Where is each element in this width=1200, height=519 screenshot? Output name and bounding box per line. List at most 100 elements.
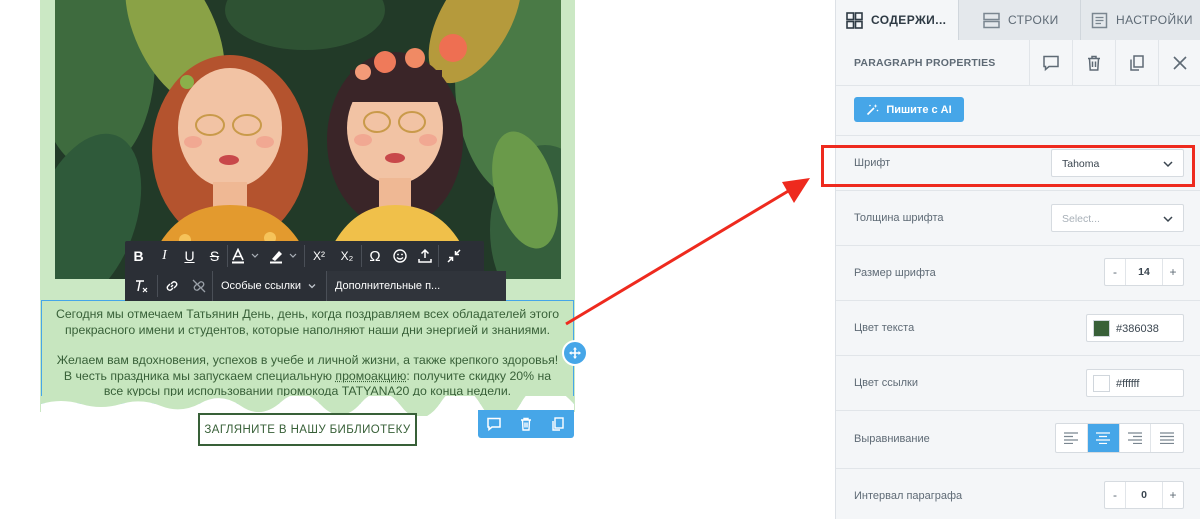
comment-button[interactable] [1029,40,1072,86]
paragraph-spacing-decrease[interactable]: - [1105,482,1125,508]
text-color-button[interactable] [228,241,266,271]
properties-title: PARAGRAPH PROPERTIES [854,57,996,69]
subscript-button[interactable]: X₂ [333,241,361,271]
font-weight-row: Толщина шрифта Select... [836,191,1200,246]
tab-content[interactable]: СОДЕРЖИ... [836,0,958,40]
block-comment-button[interactable] [478,410,510,438]
paragraph-2-line-1: Желаем вам вдохновения, успехов в учебе … [56,353,559,367]
move-arrows-icon [569,347,581,359]
ai-write-label: Пишите с AI [886,103,952,116]
superscript-button[interactable]: X² [305,241,333,271]
move-block-handle[interactable] [562,340,588,366]
library-cta-button[interactable]: ЗАГЛЯНИТЕ В НАШУ БИБЛИОТЕКУ [198,413,417,446]
insert-link-button[interactable] [158,271,186,301]
link-icon [166,281,178,291]
duplicate-icon [1130,55,1144,71]
more-params-dropdown[interactable]: Дополнительные п... [325,271,506,301]
properties-panel: СОДЕРЖИ... СТРОКИ НАСТРОЙКИ PARAGRAPH PR… [835,0,1200,519]
comment-icon [1043,55,1059,72]
close-button[interactable] [1158,40,1200,86]
block-duplicate-button[interactable] [542,410,574,438]
link-color-input[interactable]: #ffffff [1086,369,1184,397]
settings-doc-icon [1091,12,1108,29]
remove-link-button[interactable] [186,271,212,301]
text-color-value: #386038 [1116,323,1159,335]
font-size-row: Размер шрифта - 14 + [836,246,1200,301]
comment-icon [487,417,501,432]
toolbar-row-2: Особые ссылки Дополнительные п... [125,271,506,301]
ai-write-button[interactable]: Пишите с AI [854,97,964,122]
toolbar-row-1: B I U S X² X₂ Ω [125,241,484,271]
font-weight-placeholder: Select... [1062,213,1100,225]
strikethrough-button[interactable]: S [202,241,227,271]
unlink-icon [192,279,206,293]
font-size-increase[interactable]: + [1163,259,1183,285]
font-size-value[interactable]: 14 [1125,259,1163,285]
chevron-down-icon [1163,216,1173,223]
link-color-swatch[interactable] [1093,375,1110,392]
grid-icon [846,11,863,29]
highlight-color-button[interactable] [266,241,304,271]
clear-format-button[interactable] [125,271,157,301]
trash-icon [521,417,531,431]
paragraph-2-text-a: В честь праздника мы запускаем специальн… [63,368,336,383]
trash-icon [1088,55,1100,71]
paragraph-1[interactable]: Сегодня мы отмечаем Татьянин День, день,… [42,307,573,338]
duplicate-icon [552,417,564,431]
paragraph-1-line-2: прекрасного имени и студентов, которые н… [64,322,551,337]
delete-button[interactable] [1072,40,1115,86]
tab-settings-label: НАСТРОЙКИ [1116,13,1193,27]
promo-link[interactable]: промоакцию [335,369,406,383]
font-highlight-box [821,145,1195,187]
paragraph-spacing-row: Интервал параграфа - 0 + [836,469,1200,519]
bold-button[interactable]: B [125,241,152,271]
font-size-label: Размер шрифта [854,267,936,279]
align-left-button[interactable] [1056,424,1088,452]
font-size-stepper: - 14 + [1104,258,1184,286]
merge-tag-button[interactable] [412,241,438,271]
align-right-icon [1127,432,1142,444]
duplicate-button[interactable] [1115,40,1158,86]
rows-icon [983,12,1000,29]
ai-row: Пишите с AI [836,86,1200,136]
text-color-swatch[interactable] [1093,320,1110,337]
link-color-value: #ffffff [1116,378,1140,390]
link-color-row: Цвет ссылки #ffffff [836,356,1200,411]
align-justify-button[interactable] [1151,424,1183,452]
tab-rows-label: СТРОКИ [1008,13,1059,27]
tab-settings[interactable]: НАСТРОЙКИ [1080,0,1200,40]
paragraph-spacing-value[interactable]: 0 [1125,482,1163,508]
special-char-button[interactable]: Ω [362,241,388,271]
text-color-label: Цвет текста [854,322,915,334]
paragraph-1-line-1: Сегодня мы отмечаем Татьянин День, день,… [55,307,560,321]
properties-header: PARAGRAPH PROPERTIES [836,40,1200,86]
align-justify-icon [1160,432,1175,444]
font-weight-label: Толщина шрифта [854,212,944,224]
special-links-dropdown[interactable]: Особые ссылки [212,271,326,301]
align-center-button[interactable] [1087,424,1120,452]
align-left-icon [1064,432,1079,444]
underline-button[interactable]: U [177,241,202,271]
text-color-input[interactable]: #386038 [1086,314,1184,342]
highlighter-icon [270,251,297,264]
font-weight-select[interactable]: Select... [1051,204,1184,232]
magic-wand-icon [866,103,879,116]
tab-rows[interactable]: СТРОКИ [958,0,1080,40]
clear-format-icon [136,280,148,293]
block-delete-button[interactable] [510,410,542,438]
chevron-down-icon [308,284,316,289]
paragraph-spacing-increase[interactable]: + [1163,482,1183,508]
paragraph-spacing-label: Интервал параграфа [854,490,963,502]
font-size-decrease[interactable]: - [1105,259,1125,285]
hero-illustration[interactable] [55,0,561,279]
text-format-toolbar: B I U S X² X₂ Ω Особые ссылки Дополнител… [125,241,506,301]
collapse-toolbar-button[interactable] [439,241,469,271]
italic-button[interactable]: I [152,241,177,271]
tab-content-label: СОДЕРЖИ... [871,13,947,27]
align-right-button[interactable] [1120,424,1152,452]
paragraph-block[interactable]: Сегодня мы отмечаем Татьянин День, день,… [41,300,574,404]
paragraph-2[interactable]: Желаем вам вдохновения, успехов в учебе … [42,353,573,400]
smiley-icon [393,249,407,263]
link-color-label: Цвет ссылки [854,377,918,389]
emoji-button[interactable] [388,241,412,271]
